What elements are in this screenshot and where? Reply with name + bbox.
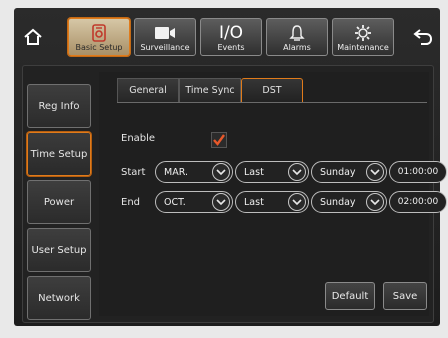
chevron-down-icon	[370, 199, 380, 206]
enable-label: Enable	[121, 133, 156, 144]
home-button[interactable]	[18, 22, 48, 52]
tab-events[interactable]: I/O Events	[200, 18, 262, 56]
tab-basic-setup[interactable]: Basic Setup	[68, 18, 130, 56]
start-time-input[interactable]: 01:00:00	[389, 161, 447, 183]
sidebar-item-label: Power	[43, 196, 75, 208]
tab-label: Basic Setup	[75, 43, 123, 52]
end-time-input[interactable]: 02:00:00	[389, 191, 447, 213]
tab-label: Events	[217, 43, 245, 52]
button-label: Default	[331, 290, 369, 302]
end-label: End	[121, 197, 141, 208]
tab-alarms[interactable]: Alarms	[266, 18, 328, 56]
end-month-dropdown[interactable]	[212, 193, 230, 211]
start-label: Start	[121, 167, 146, 178]
save-button[interactable]: Save	[383, 282, 427, 310]
chevron-down-icon	[292, 199, 302, 206]
tab-dst[interactable]: DST	[241, 78, 303, 102]
checkmark-icon	[213, 134, 225, 146]
end-week-dropdown[interactable]	[288, 193, 306, 211]
button-label: Save	[392, 290, 418, 302]
chevron-down-icon	[292, 169, 302, 176]
sidebar-item-label: Network	[38, 292, 80, 304]
sidebar-item-network[interactable]: Network	[27, 276, 91, 320]
settings-doc-icon	[92, 24, 106, 42]
start-week-dropdown[interactable]	[288, 163, 306, 181]
settings-panel: Reg Info Time Setup Power User Setup Net…	[22, 65, 447, 323]
tab-label: Maintenance	[337, 43, 389, 52]
sidebar-item-user-setup[interactable]: User Setup	[27, 228, 91, 272]
io-icon: I/O	[218, 23, 244, 43]
back-button[interactable]	[408, 22, 438, 52]
sidebar-item-power[interactable]: Power	[27, 180, 91, 224]
video-camera-icon	[155, 27, 175, 39]
chevron-down-icon	[216, 199, 226, 206]
tab-label: DST	[262, 85, 282, 96]
end-day-dropdown[interactable]	[366, 193, 384, 211]
sidebar-item-time-setup[interactable]: Time Setup	[27, 132, 91, 176]
default-button[interactable]: Default	[325, 282, 375, 310]
bell-icon	[289, 25, 305, 41]
dvr-setup-screen: Basic Setup Surveillance I/O Events Alar…	[14, 8, 447, 326]
start-time-value: 01:00:00	[397, 167, 439, 177]
home-icon	[24, 28, 42, 45]
sidebar-item-label: Time Setup	[30, 148, 88, 160]
tab-label: Time Sync	[185, 85, 235, 96]
tab-time-sync[interactable]: Time Sync	[179, 78, 241, 102]
tab-general[interactable]: General	[117, 78, 179, 102]
sidebar-item-label: User Setup	[31, 244, 87, 256]
tab-label: Surveillance	[140, 43, 190, 52]
sub-tab-bar: General Time Sync DST	[117, 78, 427, 103]
gear-wrench-icon	[355, 25, 371, 41]
sidebar-item-label: Reg Info	[38, 100, 80, 112]
time-setup-content: General Time Sync DST Enable Start MAR.	[99, 72, 447, 316]
back-arrow-icon	[413, 29, 433, 45]
start-month-dropdown[interactable]	[212, 163, 230, 181]
chevron-down-icon	[216, 169, 226, 176]
start-day-dropdown[interactable]	[366, 163, 384, 181]
tab-surveillance[interactable]: Surveillance	[134, 18, 196, 56]
tab-label: General	[129, 85, 167, 96]
tab-label: Alarms	[283, 43, 311, 52]
end-time-value: 02:00:00	[397, 197, 439, 207]
chevron-down-icon	[370, 169, 380, 176]
sidebar-item-reg-info[interactable]: Reg Info	[27, 84, 91, 128]
tab-maintenance[interactable]: Maintenance	[332, 18, 394, 56]
enable-checkbox[interactable]	[211, 132, 227, 148]
